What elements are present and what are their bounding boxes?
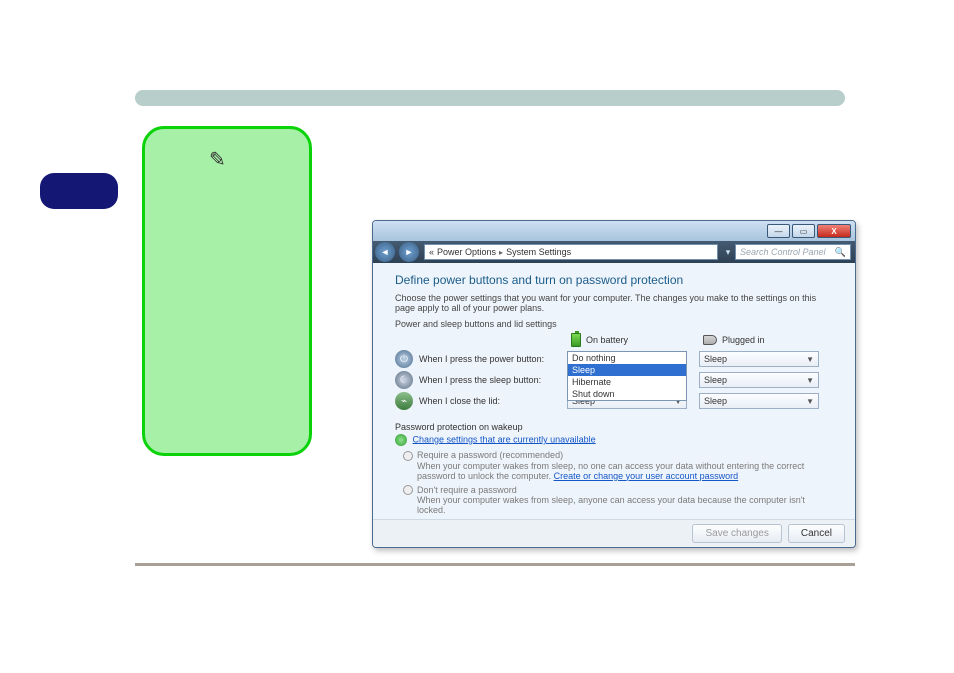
sleep-button-icon: ☾ [395,371,413,389]
dropdown-option[interactable]: Do nothing [568,352,686,364]
search-placeholder: Search Control Panel [740,247,826,257]
power-button-icon: ⏻ [395,350,413,368]
page-footer-rule [135,563,855,566]
combo-value: Sleep [704,354,727,364]
search-icon: 🔍 [835,247,846,258]
link-text: Change settings that are currently unava… [413,434,596,444]
chevron-down-icon: ▼ [806,397,814,406]
pen-icon: ✎ [209,147,226,172]
window-minimize-button[interactable]: — [767,224,790,238]
dont-require-password-option: Don't require a password When your compu… [403,485,833,516]
page-title: Define power buttons and turn on passwor… [395,273,833,287]
close-lid-icon: ⌁ [395,392,413,410]
close-icon: X [831,227,836,236]
radio-dont-require-password [403,485,413,495]
maximize-icon: ▭ [800,227,808,236]
plug-icon [703,335,717,345]
window-footer: Save changes Cancel [373,519,855,547]
close-lid-plugged-select[interactable]: Sleep ▼ [699,393,819,409]
page-description: Choose the power settings that you want … [395,293,833,313]
shield-icon [395,434,407,446]
column-header-plugged: Plugged in [699,335,819,345]
row-label-power-button: ⏻ When I press the power button: [395,350,567,368]
combo-value: Sleep [704,375,727,385]
column-label: Plugged in [722,335,765,345]
breadcrumb[interactable]: « Power Options ▸ System Settings [424,244,718,260]
save-changes-button[interactable]: Save changes [692,524,781,543]
option-description: When your computer wakes from sleep, any… [417,495,833,515]
option-label: Require a password (recommended) [417,450,563,460]
require-password-option: Require a password (recommended) When yo… [403,450,833,481]
dropdown-option[interactable]: Shut down [568,388,686,400]
note-card: ✎ [142,126,312,456]
dropdown-option[interactable]: Hibernate [568,376,686,388]
row-text: When I close the lid: [419,396,500,406]
option-label: Don't require a password [417,485,517,495]
system-settings-window: — ▭ X ◄ ► « Power Options ▸ System Setti… [372,220,856,548]
navbar: ◄ ► « Power Options ▸ System Settings ▾ … [373,241,855,263]
nav-forward-button[interactable]: ► [399,242,419,262]
column-label: On battery [586,335,628,345]
row-label-close-lid: ⌁ When I close the lid: [395,392,567,410]
row-text: When I press the sleep button: [419,375,541,385]
chevron-down-icon: ▼ [806,355,814,364]
radio-require-password [403,451,413,461]
change-unavailable-settings-link[interactable]: Change settings that are currently unava… [395,434,833,446]
breadcrumb-item[interactable]: Power Options [437,247,496,257]
decorative-bar [135,90,845,106]
nav-back-button[interactable]: ◄ [375,242,395,262]
minimize-icon: — [775,227,783,236]
breadcrumb-dropdown-icon[interactable]: ▾ [721,247,735,258]
window-close-button[interactable]: X [817,224,851,238]
power-button-battery-dropdown[interactable]: Do nothingSleepHibernateShut down [567,351,687,401]
dropdown-option[interactable]: Sleep [568,364,686,376]
sleep-button-plugged-select[interactable]: Sleep ▼ [699,372,819,388]
sidebar-pill [40,173,118,209]
battery-icon [571,333,581,347]
row-text: When I press the power button: [419,354,544,364]
chevron-icon: ▸ [499,248,503,257]
section-heading: Power and sleep buttons and lid settings [395,319,833,329]
chevron-down-icon: ▼ [806,376,814,385]
content-area: Define power buttons and turn on passwor… [373,263,855,515]
combo-value: Sleep [704,396,727,406]
breadcrumb-item[interactable]: System Settings [506,247,571,257]
window-titlebar: — ▭ X [373,221,855,241]
row-label-sleep-button: ☾ When I press the sleep button: [395,371,567,389]
password-protection-heading: Password protection on wakeup [395,422,833,432]
breadcrumb-root-icon: « [429,247,434,257]
cancel-button[interactable]: Cancel [788,524,845,543]
column-header-battery: On battery [567,333,687,347]
search-input[interactable]: Search Control Panel 🔍 [735,244,851,260]
window-maximize-button[interactable]: ▭ [792,224,815,238]
power-button-plugged-select[interactable]: Sleep ▼ [699,351,819,367]
user-account-password-link[interactable]: Create or change your user account passw… [554,471,739,481]
